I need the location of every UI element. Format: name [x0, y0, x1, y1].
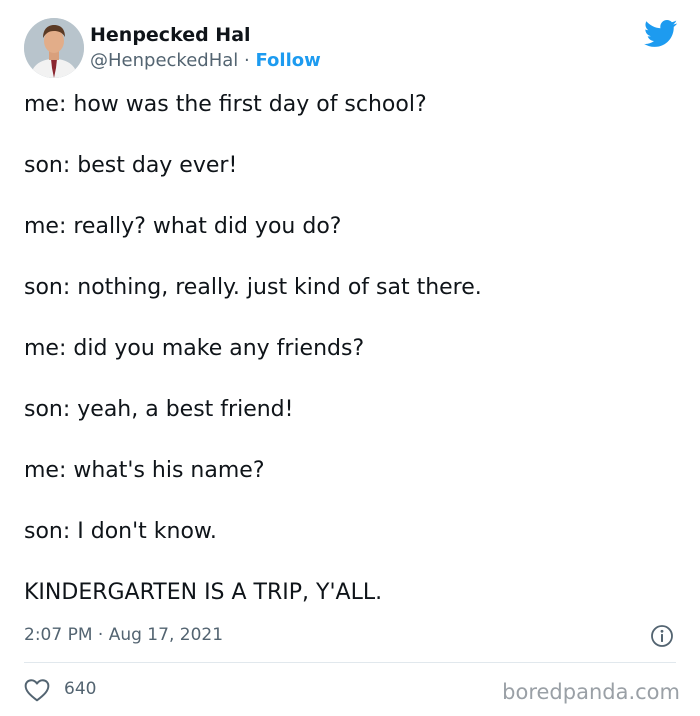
- avatar-image: [24, 18, 84, 78]
- tweet-line: son: best day ever!: [24, 153, 238, 178]
- twitter-bird-icon[interactable]: [644, 20, 678, 48]
- info-icon[interactable]: [650, 624, 674, 648]
- author-handle-line: @HenpeckedHal · Follow: [90, 49, 321, 73]
- handle-separator: ·: [244, 50, 250, 71]
- tweet-line: son: nothing, really. just kind of sat t…: [24, 275, 482, 300]
- divider: [24, 662, 676, 663]
- author-handle[interactable]: @HenpeckedHal: [90, 50, 238, 71]
- tweet-header: Henpecked Hal @HenpeckedHal · Follow: [0, 0, 700, 90]
- author-display-name[interactable]: Henpecked Hal: [90, 23, 251, 47]
- source-watermark: boredpanda.com: [502, 680, 680, 704]
- tweet-line: me: how was the first day of school?: [24, 92, 427, 117]
- tweet-line: me: what's his name?: [24, 458, 265, 483]
- follow-button[interactable]: Follow: [255, 50, 320, 71]
- tweet-text: me: how was the first day of school? son…: [24, 90, 664, 639]
- tweet-timestamp[interactable]: 2:07 PM · Aug 17, 2021: [24, 623, 223, 647]
- like-count: 640: [64, 679, 97, 699]
- tweet-line: son: I don't know.: [24, 519, 217, 544]
- tweet-line: me: did you make any friends?: [24, 336, 365, 361]
- tweet-line: son: yeah, a best friend!: [24, 397, 294, 422]
- heart-icon: [24, 679, 50, 702]
- avatar[interactable]: [24, 18, 84, 78]
- tweet-line: me: really? what did you do?: [24, 214, 342, 239]
- tweet-line: KINDERGARTEN IS A TRIP, Y'ALL.: [24, 580, 383, 605]
